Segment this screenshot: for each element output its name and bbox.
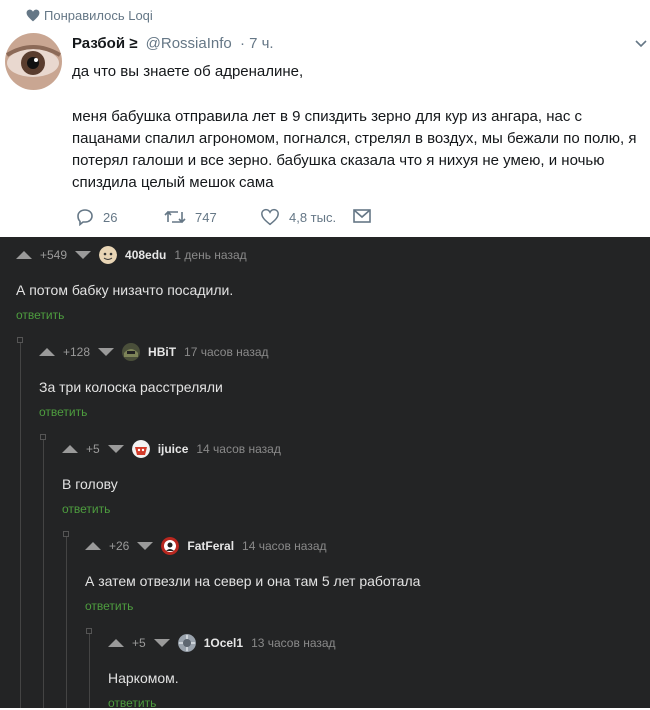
author-badge: ≥ <box>129 35 138 52</box>
author-handle[interactable]: @RossiaInfo <box>146 35 232 52</box>
heart-icon <box>26 9 40 22</box>
avatar[interactable] <box>161 537 180 555</box>
avatar[interactable] <box>122 343 141 361</box>
tweet-time[interactable]: · 7 ч. <box>240 35 274 52</box>
comment-username[interactable]: FatFeral <box>187 539 234 553</box>
tweet-text-line1: да что вы знаете об адреналине, <box>72 63 304 80</box>
comment-header: +128 HBiT 17 часов назад <box>39 342 269 362</box>
upvote-icon[interactable] <box>16 251 32 259</box>
comment-username[interactable]: 1Ocel1 <box>204 636 243 650</box>
comment-rating: +5 <box>86 442 100 456</box>
avatar[interactable] <box>131 440 150 458</box>
like-action[interactable]: 4,8 тыс. <box>260 208 336 226</box>
reply-link[interactable]: ответить <box>85 599 133 613</box>
thread-toggle[interactable] <box>40 434 46 440</box>
thread-toggle[interactable] <box>63 531 69 537</box>
downvote-icon[interactable] <box>137 542 154 550</box>
reply-link[interactable]: ответить <box>62 502 110 516</box>
reply-icon <box>77 209 93 226</box>
upvote-icon[interactable] <box>39 348 55 356</box>
liked-by-row: Понравилось Loqi <box>26 8 153 23</box>
comment-header: +5 ijuice 14 часов назад <box>62 439 281 459</box>
tweet-text-paragraph: меня бабушка отправила лет в 9 спиздить … <box>72 108 637 191</box>
comment-time[interactable]: 13 часов назад <box>251 636 335 650</box>
comment-username[interactable]: 408edu <box>125 248 166 262</box>
comment-username[interactable]: ijuice <box>158 442 189 456</box>
comment-text: За три колоска расстреляли <box>39 379 223 395</box>
tweet-header: Разбой ≥ @RossiaInfo · 7 ч. <box>72 35 274 52</box>
comment-text: А потом бабку низачто посадили. <box>16 282 234 298</box>
comment-header: +549 408edu 1 день назад <box>16 245 247 265</box>
comment-rating: +549 <box>40 248 68 262</box>
comment-time[interactable]: 14 часов назад <box>196 442 280 456</box>
reply-count: 26 <box>103 209 118 225</box>
liked-by-label: Понравилось Loqi <box>44 8 153 23</box>
downvote-icon[interactable] <box>153 639 170 647</box>
author-name[interactable]: Разбой <box>72 35 125 52</box>
comment-rating: +5 <box>132 636 146 650</box>
comment-text: В голову <box>62 476 118 492</box>
retweet-icon <box>164 210 186 224</box>
reply-action[interactable]: 26 <box>76 208 117 226</box>
author-avatar[interactable] <box>5 33 62 90</box>
message-icon <box>353 209 371 223</box>
chevron-down-icon[interactable] <box>635 40 647 48</box>
comment-rating: +128 <box>63 345 91 359</box>
tweet-text: да что вы знаете об адреналине, меня баб… <box>72 61 647 194</box>
comment-time[interactable]: 17 часов назад <box>184 345 268 359</box>
retweet-count: 747 <box>195 209 217 225</box>
like-count: 4,8 тыс. <box>289 209 337 225</box>
comment-header: +5 1Ocel1 13 часов назад <box>108 633 336 653</box>
avatar[interactable] <box>177 634 196 652</box>
comment-header: +26 FatFeral 14 часов назад <box>85 536 327 556</box>
reply-link[interactable]: ответить <box>16 308 64 322</box>
thread-line[interactable] <box>43 439 44 708</box>
thread-line[interactable] <box>66 536 67 708</box>
thread-toggle[interactable] <box>17 337 23 343</box>
thread-line[interactable] <box>20 342 21 708</box>
thread-line[interactable] <box>89 633 90 708</box>
upvote-icon[interactable] <box>108 639 124 647</box>
tweet-card: Понравилось Loqi Разбой ≥ @RossiaInfo · … <box>0 0 650 237</box>
comment-time[interactable]: 1 день назад <box>174 248 246 262</box>
comment-time[interactable]: 14 часов назад <box>242 539 326 553</box>
comment-text: Наркомом. <box>108 670 179 686</box>
comment-text: А затем отвезли на север и она там 5 лет… <box>85 573 421 589</box>
downvote-icon[interactable] <box>107 445 124 453</box>
thread-toggle[interactable] <box>86 628 92 634</box>
upvote-icon[interactable] <box>85 542 101 550</box>
avatar[interactable] <box>99 246 118 264</box>
upvote-icon[interactable] <box>62 445 78 453</box>
downvote-icon[interactable] <box>98 348 115 356</box>
message-action[interactable] <box>353 208 371 224</box>
retweet-action[interactable]: 747 <box>164 208 217 226</box>
comment-username[interactable]: HBiT <box>148 345 176 359</box>
comment-rating: +26 <box>109 539 130 553</box>
downvote-icon[interactable] <box>75 251 92 259</box>
like-icon <box>261 208 279 226</box>
comments-section: +549 408edu 1 день назад А потом бабку н… <box>0 237 650 710</box>
tweet-actions: 26 747 4,8 тыс. <box>72 208 402 230</box>
reply-link[interactable]: ответить <box>39 405 87 419</box>
